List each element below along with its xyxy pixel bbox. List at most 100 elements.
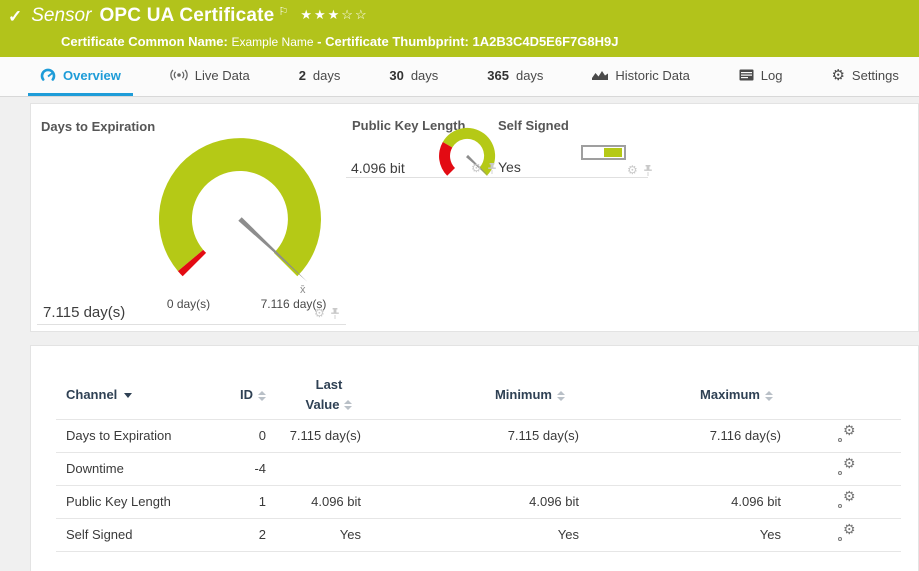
toggle-knob bbox=[604, 148, 622, 157]
channels-panel: Channel ID Last Value Minimum Maximum Da… bbox=[30, 345, 919, 571]
column-header-actions bbox=[791, 371, 901, 419]
channel-name: Days to Expiration bbox=[56, 419, 226, 452]
common-name-label: Certificate Common Name: bbox=[61, 34, 228, 49]
page-background: { "header": { "check_icon": "✓", "kicker… bbox=[0, 0, 919, 571]
gauge-actions: ⚙ bbox=[471, 162, 497, 174]
sensor-subtitle: Certificate Common Name: Example Name - … bbox=[61, 34, 919, 49]
channel-minimum: Yes bbox=[371, 518, 589, 551]
tab-label: Overview bbox=[63, 68, 121, 83]
channel-last-value: 7.115 day(s) bbox=[276, 419, 371, 452]
public-key-length-gauge bbox=[433, 125, 503, 183]
tab-live-data[interactable]: Live Data bbox=[158, 57, 262, 96]
tab-label: days bbox=[516, 68, 543, 83]
pin-icon[interactable] bbox=[330, 308, 340, 319]
sort-icon bbox=[258, 391, 266, 401]
channel-settings-icon[interactable]: ⚙ bbox=[837, 426, 856, 443]
channel-name: Public Key Length bbox=[56, 485, 226, 518]
tab-label: Live Data bbox=[195, 68, 250, 83]
table-row: Days to Expiration 0 7.115 day(s) 7.115 … bbox=[56, 419, 901, 452]
stars-empty[interactable]: ☆☆ bbox=[341, 7, 368, 22]
channel-id: 0 bbox=[226, 419, 276, 452]
tab-label: Log bbox=[761, 68, 783, 83]
tab-number: 365 bbox=[487, 68, 509, 83]
thumbprint-value: 1A2B3C4D5E6F7G8H9J bbox=[472, 34, 618, 49]
channel-name: Downtime bbox=[56, 452, 226, 485]
channel-settings-icon[interactable]: ⚙ bbox=[837, 525, 856, 542]
tab-number: 2 bbox=[299, 68, 306, 83]
table-row: Downtime -4 ⚙ bbox=[56, 452, 901, 485]
gear-icon[interactable]: ⚙ bbox=[627, 164, 638, 176]
table-header-row: Channel ID Last Value Minimum Maximum bbox=[56, 371, 901, 419]
column-header-minimum[interactable]: Minimum bbox=[371, 371, 589, 419]
tab-365-days[interactable]: 365 days bbox=[475, 57, 555, 96]
tab-label: days bbox=[411, 68, 438, 83]
stars-filled[interactable]: ★★★ bbox=[300, 7, 341, 22]
table-row: Self Signed 2 Yes Yes Yes ⚙ bbox=[56, 518, 901, 551]
tab-log[interactable]: Log bbox=[727, 57, 795, 96]
priority-flag-icon[interactable]: ⚐ bbox=[278, 5, 288, 18]
column-header-last-value[interactable]: Last Value bbox=[276, 371, 371, 419]
channel-maximum: 7.116 day(s) bbox=[589, 419, 791, 452]
gauge-scale-min: 0 day(s) bbox=[141, 297, 236, 311]
gauge-title-days-to-expiration: Days to Expiration bbox=[41, 119, 155, 134]
channel-minimum bbox=[371, 452, 589, 485]
common-name-value: Example Name bbox=[232, 35, 314, 49]
column-label: Channel bbox=[66, 387, 117, 402]
sensor-header: ✓ Sensor OPC UA Certificate ⚐ ★★★☆☆ Cert… bbox=[0, 0, 919, 57]
gear-icon: ⚙ bbox=[831, 68, 844, 83]
panel-divider bbox=[37, 324, 346, 325]
gauge-actions: ⚙ bbox=[627, 164, 653, 176]
channel-minimum: 7.115 day(s) bbox=[371, 419, 589, 452]
sort-icon bbox=[344, 400, 352, 410]
pin-icon[interactable] bbox=[643, 165, 653, 176]
broadcast-icon bbox=[170, 69, 188, 81]
tab-bar: Overview Live Data 2 days 30 days 365 da… bbox=[0, 57, 919, 97]
sort-icon bbox=[557, 391, 565, 401]
panel-divider bbox=[493, 177, 648, 178]
gauge-value-public-key-length: 4.096 bit bbox=[351, 160, 405, 176]
tab-number: 30 bbox=[389, 68, 403, 83]
sensor-kicker: Sensor bbox=[31, 5, 91, 27]
column-label: ID bbox=[240, 387, 253, 402]
gear-icon[interactable]: ⚙ bbox=[314, 307, 325, 319]
channel-minimum: 4.096 bit bbox=[371, 485, 589, 518]
channel-maximum: Yes bbox=[589, 518, 791, 551]
area-chart-icon bbox=[592, 69, 608, 81]
panel-divider bbox=[346, 177, 493, 178]
sort-icon bbox=[765, 391, 773, 401]
channels-table: Channel ID Last Value Minimum Maximum Da… bbox=[56, 371, 901, 552]
gauge-value-self-signed: Yes bbox=[498, 159, 521, 175]
days-to-expiration-gauge: x̄ bbox=[156, 132, 326, 302]
tab-label: Settings bbox=[852, 68, 899, 83]
column-label: Maximum bbox=[700, 387, 760, 402]
tab-overview[interactable]: Overview bbox=[28, 57, 133, 96]
column-header-maximum[interactable]: Maximum bbox=[589, 371, 791, 419]
channel-last-value: Yes bbox=[276, 518, 371, 551]
channel-id: 2 bbox=[226, 518, 276, 551]
gear-icon[interactable]: ⚙ bbox=[471, 162, 482, 174]
self-signed-indicator bbox=[581, 145, 626, 160]
channel-id: -4 bbox=[226, 452, 276, 485]
channel-settings-icon[interactable]: ⚙ bbox=[837, 492, 856, 509]
channel-maximum bbox=[589, 452, 791, 485]
column-header-id[interactable]: ID bbox=[226, 371, 276, 419]
subtitle-separator: - bbox=[317, 34, 321, 49]
tab-2-days[interactable]: 2 days bbox=[287, 57, 353, 96]
tab-settings[interactable]: ⚙ Settings bbox=[819, 57, 910, 96]
tab-label: days bbox=[313, 68, 340, 83]
channel-last-value bbox=[276, 452, 371, 485]
tab-historic-data[interactable]: Historic Data bbox=[580, 57, 701, 96]
pin-icon[interactable] bbox=[487, 163, 497, 174]
gauge-value-days-to-expiration: 7.115 day(s) bbox=[43, 304, 125, 321]
table-row: Public Key Length 1 4.096 bit 4.096 bit … bbox=[56, 485, 901, 518]
priority-stars[interactable]: ★★★☆☆ bbox=[300, 7, 368, 23]
column-header-channel[interactable]: Channel bbox=[56, 371, 226, 419]
tab-30-days[interactable]: 30 days bbox=[377, 57, 450, 96]
sensor-title-row: ✓ Sensor OPC UA Certificate ⚐ ★★★☆☆ bbox=[8, 5, 919, 31]
channel-settings-icon[interactable]: ⚙ bbox=[837, 459, 856, 476]
channel-last-value: 4.096 bit bbox=[276, 485, 371, 518]
channel-maximum: 4.096 bit bbox=[589, 485, 791, 518]
tab-label: Historic Data bbox=[615, 68, 689, 83]
column-label: Minimum bbox=[495, 387, 552, 402]
page-title: OPC UA Certificate bbox=[99, 5, 274, 27]
